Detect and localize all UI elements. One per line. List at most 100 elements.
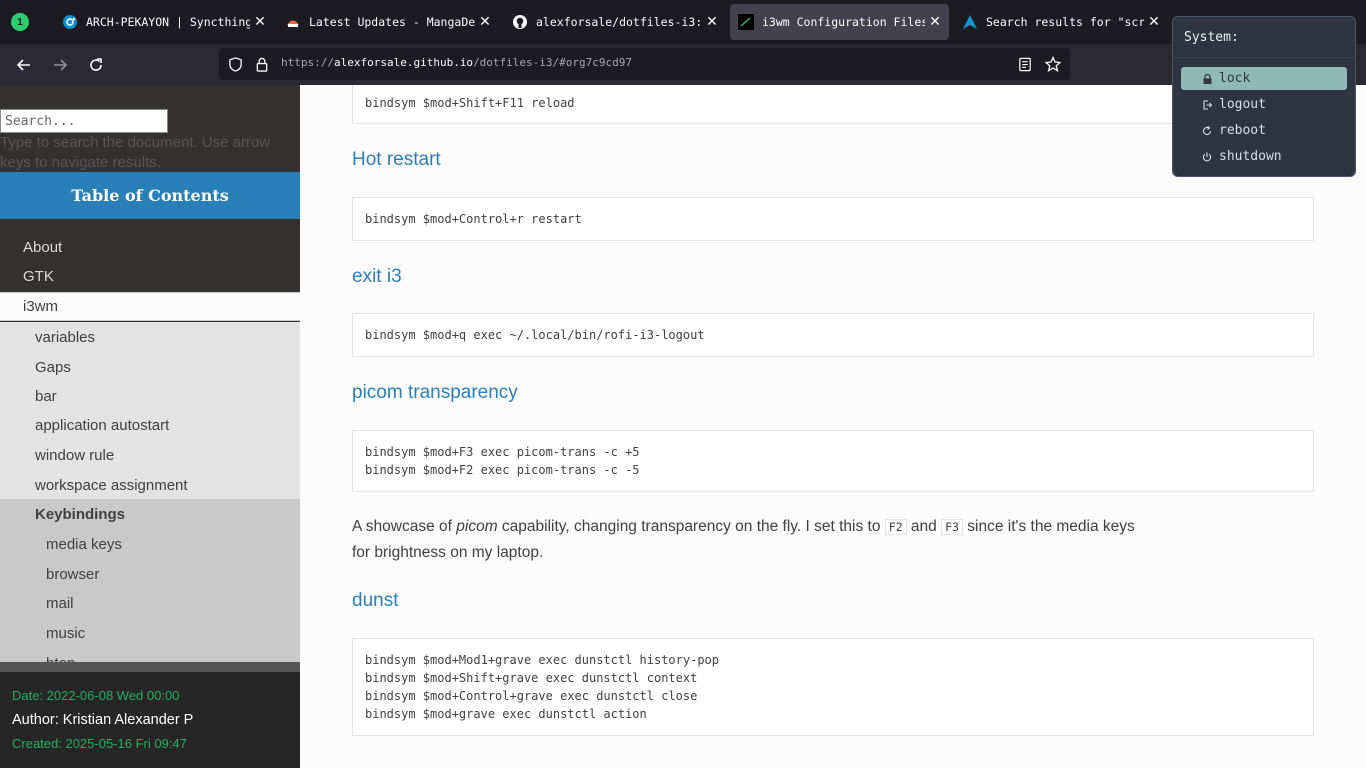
- tab-title: i3wm Configuration Files: [762, 15, 925, 29]
- toc-title: Table of Contents: [0, 172, 300, 219]
- url-bar[interactable]: https://alexforsale.github.io/dotfiles-i…: [219, 48, 1070, 80]
- code-line: bindsym $mod+Control+r restart: [365, 212, 582, 226]
- tab-mangadex[interactable]: Latest Updates - MangaDex ✕: [277, 4, 499, 40]
- para-text: and: [906, 518, 942, 535]
- toc-item-music[interactable]: music: [0, 618, 300, 648]
- workspace-badge[interactable]: 1: [11, 13, 29, 31]
- tab-title: alexforsale/dotfiles-i3: i: [536, 15, 702, 29]
- menu-item-label: logout: [1219, 97, 1266, 112]
- code-line: bindsym $mod+Shift+F11 reload: [365, 96, 575, 110]
- para-emphasis: picom: [456, 518, 498, 535]
- heading-exit-i3[interactable]: exit i3: [352, 266, 402, 288]
- reader-view-icon[interactable]: [1017, 56, 1033, 72]
- code-block-exit: bindsym $mod+q exec ~/.local/bin/rofi-i3…: [352, 313, 1314, 357]
- menu-item-lock[interactable]: lock: [1181, 67, 1347, 90]
- toc-item-application-autostart[interactable]: application autostart: [0, 410, 300, 440]
- para-text: A showcase of: [352, 518, 457, 535]
- inline-code-f2: F2: [884, 519, 907, 535]
- forward-button[interactable]: [46, 51, 74, 79]
- code-line: bindsym $mod+grave exec dunstctl action: [365, 707, 647, 721]
- page-icon: [738, 14, 754, 30]
- mangadex-icon: [285, 14, 301, 30]
- heading-picom-transparency[interactable]: picom transparency: [352, 382, 518, 404]
- toc-item-media-keys[interactable]: media keys: [0, 529, 300, 559]
- toc-item-gtk[interactable]: GTK: [0, 262, 300, 291]
- tab-arch-search[interactable]: Search results for "screen ✕: [954, 4, 1168, 40]
- arrow-left-icon: [16, 59, 30, 71]
- logout-icon: [1201, 99, 1213, 110]
- system-menu-prompt: System:: [1184, 30, 1239, 45]
- tab-title: Search results for "screen: [986, 15, 1144, 29]
- lock-icon: [1201, 73, 1213, 84]
- sidebar: Type to search the document. Use arrow k…: [0, 85, 300, 768]
- close-icon[interactable]: ✕: [1144, 12, 1164, 32]
- back-button[interactable]: [10, 51, 38, 79]
- sidebar-scroll-edge: [0, 662, 300, 672]
- code-line: bindsym $mod+F2 exec picom-trans -c -5: [365, 463, 640, 477]
- tab-title: Latest Updates - MangaDex: [309, 15, 475, 29]
- menu-item-shutdown[interactable]: shutdown: [1181, 145, 1347, 168]
- toc-item-bar[interactable]: bar: [0, 381, 300, 411]
- code-line: bindsym $mod+F3 exec picom-trans -c +5: [365, 445, 640, 459]
- main-content: bindsym $mod+Shift+F11 reload Hot restar…: [300, 85, 1366, 768]
- reboot-icon: [1201, 125, 1213, 136]
- footer-date: Date: 2022-06-08 Wed 00:00: [12, 688, 180, 703]
- tab-github[interactable]: alexforsale/dotfiles-i3: i ✕: [504, 4, 726, 40]
- code-block-picom: bindsym $mod+F3 exec picom-trans -c +5 b…: [352, 430, 1314, 492]
- navigation-bar: https://alexforsale.github.io/dotfiles-i…: [0, 44, 1366, 85]
- code-line: bindsym $mod+Shift+grave exec dunstctl c…: [365, 671, 698, 685]
- power-icon: [1201, 152, 1213, 162]
- para-text: capability, changing transparency on the…: [497, 518, 885, 535]
- tab-syncthing[interactable]: ARCH-PEKAYON | Syncthing ✕: [54, 4, 274, 40]
- tab-bar: 1 ARCH-PEKAYON | Syncthing ✕ Latest Upda…: [0, 0, 1366, 44]
- inline-code-f3: F3: [941, 519, 963, 535]
- url-path: /dotfiles-i3/#org7c9cd97: [473, 56, 633, 69]
- footer-created: Created: 2025-05-16 Fri 09:47: [12, 736, 187, 751]
- code-block-dunst: bindsym $mod+Mod1+grave exec dunstctl hi…: [352, 638, 1314, 736]
- menu-item-reboot[interactable]: reboot: [1181, 119, 1347, 142]
- reload-button[interactable]: [82, 51, 110, 79]
- code-line: bindsym $mod+Mod1+grave exec dunstctl hi…: [365, 653, 720, 667]
- toc-item-workspace-assignment[interactable]: workspace assignment: [0, 470, 300, 500]
- code-block-restart: bindsym $mod+Control+r restart: [352, 197, 1314, 241]
- tab-i3wm-config[interactable]: i3wm Configuration Files ✕: [730, 4, 949, 40]
- heading-hot-restart[interactable]: Hot restart: [352, 149, 441, 171]
- menu-item-label: reboot: [1219, 123, 1266, 138]
- close-icon[interactable]: ✕: [475, 12, 495, 32]
- close-icon[interactable]: ✕: [250, 12, 270, 32]
- tab-title: ARCH-PEKAYON | Syncthing: [86, 15, 250, 29]
- shield-icon[interactable]: [227, 56, 243, 72]
- lock-icon[interactable]: [254, 56, 270, 72]
- workspace-badge-number: 1: [17, 16, 23, 28]
- github-icon: [512, 14, 528, 30]
- bookmark-star-icon[interactable]: [1045, 56, 1061, 72]
- code-line: bindsym $mod+Control+grave exec dunstctl…: [365, 689, 698, 703]
- toc-item-variables[interactable]: variables: [0, 322, 300, 352]
- divider: [1173, 57, 1355, 58]
- toc-item-mail[interactable]: mail: [0, 588, 300, 618]
- search-hint: Type to search the document. Use arrow k…: [0, 134, 271, 171]
- toc-item-gaps[interactable]: Gaps: [0, 352, 300, 382]
- url-scheme: https://: [281, 56, 334, 69]
- toc-item-i3wm[interactable]: i3wm: [0, 292, 300, 321]
- menu-item-logout[interactable]: logout: [1181, 93, 1347, 116]
- system-menu: System: lock logout reboot shutdown: [1172, 16, 1356, 177]
- heading-dunst[interactable]: dunst: [352, 590, 398, 612]
- search-input[interactable]: [0, 109, 168, 133]
- reload-icon: [90, 58, 102, 71]
- toc-item-about[interactable]: About: [0, 233, 300, 262]
- syncthing-icon: [62, 14, 78, 30]
- toc-item-browser[interactable]: browser: [0, 559, 300, 589]
- arrow-right-icon: [54, 59, 68, 71]
- menu-item-label: lock: [1219, 71, 1251, 86]
- sidebar-footer: Date: 2022-06-08 Wed 00:00 Author: Krist…: [0, 672, 300, 768]
- close-icon[interactable]: ✕: [702, 12, 722, 32]
- close-icon[interactable]: ✕: [925, 12, 945, 32]
- url-host: alexforsale.github.io: [333, 56, 474, 69]
- url-text[interactable]: https://alexforsale.github.io/dotfiles-i…: [281, 56, 632, 69]
- toc-item-keybindings[interactable]: Keybindings: [0, 499, 300, 529]
- arch-icon: [962, 14, 978, 30]
- menu-item-label: shutdown: [1219, 149, 1282, 164]
- toc-item-window-rule[interactable]: window rule: [0, 440, 300, 470]
- footer-author: Author: Kristian Alexander P: [12, 712, 194, 728]
